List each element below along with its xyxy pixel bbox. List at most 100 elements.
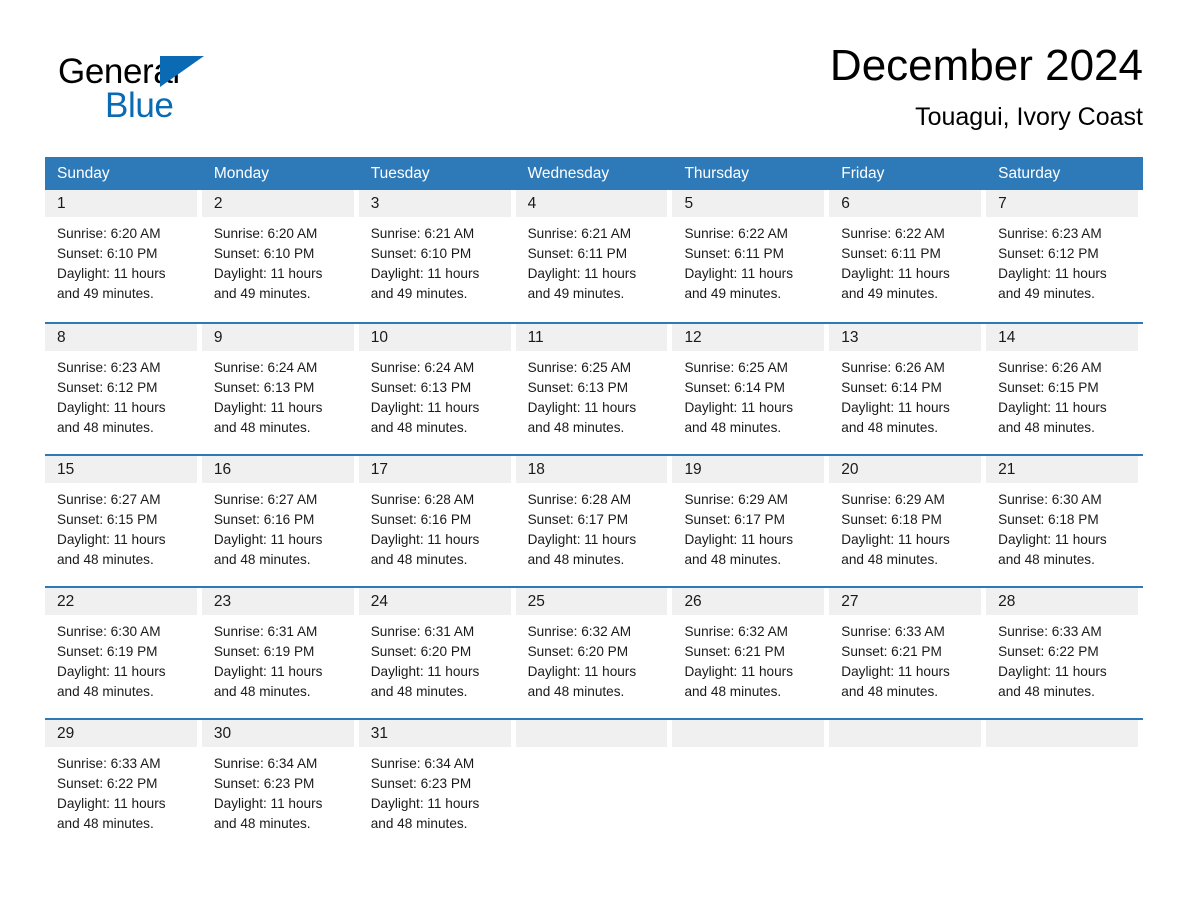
day-details: Sunrise: 6:34 AM Sunset: 6:23 PM Dayligh…: [359, 747, 511, 834]
day-number: 9: [201, 324, 354, 351]
day-cell[interactable]: 18 Sunrise: 6:28 AM Sunset: 6:17 PM Dayl…: [515, 456, 673, 586]
sunrise-text: Sunrise: 6:26 AM: [998, 360, 1102, 375]
sunset-text: Sunset: 6:13 PM: [527, 380, 629, 395]
daylight-text: Daylight: 11 hours and 49 minutes.: [841, 266, 950, 301]
day-cell[interactable]: 11 Sunrise: 6:25 AM Sunset: 6:13 PM Dayl…: [515, 324, 673, 454]
day-details: Sunrise: 6:24 AM Sunset: 6:13 PM Dayligh…: [359, 351, 511, 438]
day-cell[interactable]: 28 Sunrise: 6:33 AM Sunset: 6:22 PM Dayl…: [986, 588, 1143, 718]
sunrise-text: Sunrise: 6:31 AM: [213, 624, 318, 639]
sunset-text: Sunset: 6:23 PM: [213, 776, 315, 791]
day-number: 28: [986, 588, 1139, 615]
day-cell[interactable]: 20 Sunrise: 6:29 AM Sunset: 6:18 PM Dayl…: [829, 456, 986, 586]
daylight-text: Daylight: 11 hours and 48 minutes.: [57, 664, 166, 699]
day-cell-empty: [515, 720, 673, 838]
day-cell[interactable]: 6 Sunrise: 6:22 AM Sunset: 6:11 PM Dayli…: [829, 190, 986, 322]
day-cell[interactable]: 9 Sunrise: 6:24 AM Sunset: 6:13 PM Dayli…: [201, 324, 359, 454]
day-cell[interactable]: 16 Sunrise: 6:27 AM Sunset: 6:16 PM Dayl…: [201, 456, 359, 586]
day-number: 7: [986, 190, 1139, 217]
daylight-text: Daylight: 11 hours and 49 minutes.: [57, 266, 166, 301]
day-details: Sunrise: 6:23 AM Sunset: 6:12 PM Dayligh…: [986, 217, 1138, 304]
day-cell[interactable]: 27 Sunrise: 6:33 AM Sunset: 6:21 PM Dayl…: [829, 588, 986, 718]
day-number: 20: [829, 456, 982, 483]
day-number: 6: [829, 190, 982, 217]
day-cell[interactable]: 12 Sunrise: 6:25 AM Sunset: 6:14 PM Dayl…: [672, 324, 829, 454]
sunset-text: Sunset: 6:21 PM: [684, 644, 785, 659]
day-cell[interactable]: 7 Sunrise: 6:23 AM Sunset: 6:12 PM Dayli…: [986, 190, 1143, 322]
day-cell[interactable]: 21 Sunrise: 6:30 AM Sunset: 6:18 PM Dayl…: [986, 456, 1143, 586]
sunrise-text: Sunrise: 6:25 AM: [527, 360, 632, 375]
day-cell[interactable]: 13 Sunrise: 6:26 AM Sunset: 6:14 PM Dayl…: [829, 324, 986, 454]
week-row: 8 Sunrise: 6:23 AM Sunset: 6:12 PM Dayli…: [45, 322, 1143, 454]
day-number: 13: [829, 324, 982, 351]
calendar-page: General Blue December 2024 Touagui, Ivor…: [0, 0, 1188, 918]
day-details: Sunrise: 6:33 AM Sunset: 6:22 PM Dayligh…: [986, 615, 1138, 702]
day-details: Sunrise: 6:31 AM Sunset: 6:20 PM Dayligh…: [359, 615, 511, 702]
sunset-text: Sunset: 6:20 PM: [370, 644, 472, 659]
sunset-text: Sunset: 6:22 PM: [998, 644, 1099, 659]
sunrise-text: Sunrise: 6:24 AM: [213, 360, 318, 375]
weekday-header-row: Sunday Monday Tuesday Wednesday Thursday…: [45, 157, 1143, 190]
weekday-header-monday: Monday: [213, 165, 270, 182]
day-cell[interactable]: 25 Sunrise: 6:32 AM Sunset: 6:20 PM Dayl…: [515, 588, 673, 718]
sunrise-text: Sunrise: 6:30 AM: [57, 624, 161, 639]
day-cell[interactable]: 14 Sunrise: 6:26 AM Sunset: 6:15 PM Dayl…: [986, 324, 1143, 454]
sunrise-text: Sunrise: 6:33 AM: [841, 624, 945, 639]
day-details: Sunrise: 6:22 AM Sunset: 6:11 PM Dayligh…: [672, 217, 824, 304]
location-subtitle: Touagui, Ivory Coast: [915, 103, 1143, 131]
day-cell[interactable]: 22 Sunrise: 6:30 AM Sunset: 6:19 PM Dayl…: [45, 588, 202, 718]
generalblue-logo[interactable]: General Blue: [58, 52, 218, 130]
day-cell[interactable]: 4 Sunrise: 6:21 AM Sunset: 6:11 PM Dayli…: [515, 190, 673, 322]
sunrise-text: Sunrise: 6:33 AM: [57, 756, 161, 771]
day-cell[interactable]: 26 Sunrise: 6:32 AM Sunset: 6:21 PM Dayl…: [672, 588, 829, 718]
sunset-text: Sunset: 6:19 PM: [213, 644, 315, 659]
day-number: 3: [358, 190, 511, 217]
day-cell[interactable]: 19 Sunrise: 6:29 AM Sunset: 6:17 PM Dayl…: [672, 456, 829, 586]
day-details: Sunrise: 6:20 AM Sunset: 6:10 PM Dayligh…: [45, 217, 197, 304]
day-details: [516, 747, 668, 754]
day-cell[interactable]: 30 Sunrise: 6:34 AM Sunset: 6:23 PM Dayl…: [201, 720, 359, 838]
day-number: 30: [201, 720, 354, 747]
day-details: Sunrise: 6:23 AM Sunset: 6:12 PM Dayligh…: [45, 351, 197, 438]
day-details: Sunrise: 6:32 AM Sunset: 6:20 PM Dayligh…: [516, 615, 668, 702]
sunrise-text: Sunrise: 6:27 AM: [213, 492, 318, 507]
day-number: [829, 720, 982, 747]
week-row: 15 Sunrise: 6:27 AM Sunset: 6:15 PM Dayl…: [45, 454, 1143, 586]
sunset-text: Sunset: 6:18 PM: [998, 512, 1099, 527]
title-block: December 2024 Touagui, Ivory Coast: [830, 38, 1143, 134]
day-details: Sunrise: 6:30 AM Sunset: 6:18 PM Dayligh…: [986, 483, 1138, 570]
day-cell[interactable]: 23 Sunrise: 6:31 AM Sunset: 6:19 PM Dayl…: [201, 588, 359, 718]
day-cell[interactable]: 24 Sunrise: 6:31 AM Sunset: 6:20 PM Dayl…: [358, 588, 516, 718]
day-cell[interactable]: 1 Sunrise: 6:20 AM Sunset: 6:10 PM Dayli…: [45, 190, 202, 322]
day-cell[interactable]: 17 Sunrise: 6:28 AM Sunset: 6:16 PM Dayl…: [358, 456, 516, 586]
day-number: 16: [201, 456, 354, 483]
daylight-text: Daylight: 11 hours and 48 minutes.: [213, 532, 323, 567]
sunset-text: Sunset: 6:12 PM: [57, 380, 158, 395]
day-details: Sunrise: 6:21 AM Sunset: 6:11 PM Dayligh…: [516, 217, 668, 304]
day-cell[interactable]: 31 Sunrise: 6:34 AM Sunset: 6:23 PM Dayl…: [358, 720, 516, 838]
day-cell-empty: [672, 720, 829, 838]
day-details: Sunrise: 6:34 AM Sunset: 6:23 PM Dayligh…: [202, 747, 354, 834]
weekday-header-thursday: Thursday: [684, 165, 750, 182]
weekday-header-tuesday: Tuesday: [370, 165, 430, 182]
sunrise-text: Sunrise: 6:29 AM: [841, 492, 945, 507]
day-number: 21: [986, 456, 1139, 483]
sunset-text: Sunset: 6:10 PM: [57, 246, 158, 261]
sunrise-text: Sunrise: 6:22 AM: [841, 226, 945, 241]
day-cell[interactable]: 29 Sunrise: 6:33 AM Sunset: 6:22 PM Dayl…: [45, 720, 202, 838]
day-cell[interactable]: 3 Sunrise: 6:21 AM Sunset: 6:10 PM Dayli…: [358, 190, 516, 322]
day-cell[interactable]: 8 Sunrise: 6:23 AM Sunset: 6:12 PM Dayli…: [45, 324, 202, 454]
day-cell[interactable]: 10 Sunrise: 6:24 AM Sunset: 6:13 PM Dayl…: [358, 324, 516, 454]
day-details: Sunrise: 6:21 AM Sunset: 6:10 PM Dayligh…: [359, 217, 511, 304]
daylight-text: Daylight: 11 hours and 49 minutes.: [998, 266, 1107, 301]
day-cell[interactable]: 15 Sunrise: 6:27 AM Sunset: 6:15 PM Dayl…: [45, 456, 202, 586]
day-number: 2: [201, 190, 354, 217]
page-header: General Blue December 2024 Touagui, Ivor…: [45, 38, 1143, 148]
day-cell[interactable]: 5 Sunrise: 6:22 AM Sunset: 6:11 PM Dayli…: [672, 190, 829, 322]
sunrise-text: Sunrise: 6:20 AM: [213, 226, 318, 241]
day-number: 11: [515, 324, 668, 351]
day-number: 25: [515, 588, 668, 615]
daylight-text: Daylight: 11 hours and 48 minutes.: [998, 664, 1107, 699]
day-number: [515, 720, 668, 747]
day-cell[interactable]: 2 Sunrise: 6:20 AM Sunset: 6:10 PM Dayli…: [201, 190, 359, 322]
daylight-text: Daylight: 11 hours and 48 minutes.: [213, 664, 323, 699]
